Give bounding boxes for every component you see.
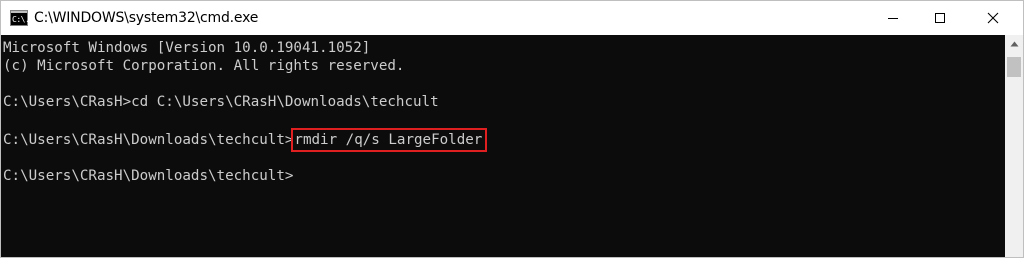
close-icon xyxy=(987,12,999,24)
window-title: C:\WINDOWS\system32\cmd.exe xyxy=(34,10,259,26)
prompt-text: C:\Users\CRasH\Downloads\techcult> xyxy=(3,132,294,148)
maximize-button[interactable] xyxy=(917,1,963,35)
title-bar[interactable]: C:\. C:\WINDOWS\system32\cmd.exe xyxy=(1,1,1023,35)
scroll-thumb[interactable] xyxy=(1007,57,1021,77)
chevron-up-icon xyxy=(1010,41,1018,47)
vertical-scrollbar[interactable] xyxy=(1005,35,1023,257)
cmd-window: C:\. C:\WINDOWS\system32\cmd.exe Microso… xyxy=(0,0,1024,258)
maximize-icon xyxy=(935,13,945,23)
console-line-rmdir: C:\Users\CRasH\Downloads\techcult>rmdir … xyxy=(3,128,488,152)
minimize-button[interactable] xyxy=(870,1,916,35)
highlighted-command: rmdir /q/s LargeFolder xyxy=(291,128,488,152)
console-line-prompt: C:\Users\CRasH\Downloads\techcult> xyxy=(3,168,294,184)
icon-title-strip xyxy=(11,11,27,13)
scroll-up-button[interactable] xyxy=(1005,35,1023,53)
console-line-cd-command: C:\Users\CRasH>cd C:\Users\CRasH\Downloa… xyxy=(3,94,439,110)
console-output[interactable]: Microsoft Windows [Version 10.0.19041.10… xyxy=(1,35,1005,257)
close-button[interactable] xyxy=(963,1,1023,35)
minimize-icon xyxy=(888,18,898,19)
console-line-copyright: (c) Microsoft Corporation. All rights re… xyxy=(3,58,405,74)
cmd-console-icon: C:\. xyxy=(10,10,30,26)
console-line-version: Microsoft Windows [Version 10.0.19041.10… xyxy=(3,40,371,56)
icon-text: C:\. xyxy=(12,15,30,24)
